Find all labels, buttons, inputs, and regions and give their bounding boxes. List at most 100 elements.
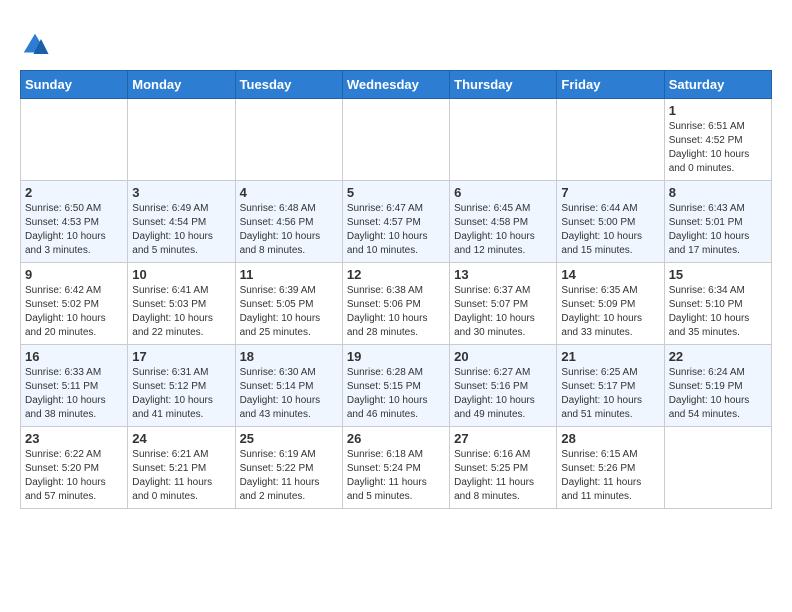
day-number: 12 — [347, 267, 445, 282]
day-header-sunday: Sunday — [21, 71, 128, 99]
calendar-cell: 17 Sunrise: 6:31 AM Sunset: 5:12 PM Dayli… — [128, 345, 235, 427]
day-number: 25 — [240, 431, 338, 446]
calendar-cell — [128, 99, 235, 181]
header — [20, 20, 772, 60]
day-header-tuesday: Tuesday — [235, 71, 342, 99]
calendar-cell: 9 Sunrise: 6:42 AM Sunset: 5:02 PM Daylig… — [21, 263, 128, 345]
calendar-cell: 18 Sunrise: 6:30 AM Sunset: 5:14 PM Dayli… — [235, 345, 342, 427]
calendar-cell: 4 Sunrise: 6:48 AM Sunset: 4:56 PM Daylig… — [235, 181, 342, 263]
day-header-saturday: Saturday — [664, 71, 771, 99]
day-number: 11 — [240, 267, 338, 282]
calendar-cell — [21, 99, 128, 181]
calendar-cell: 28 Sunrise: 6:15 AM Sunset: 5:26 PM Dayli… — [557, 427, 664, 509]
calendar-cell: 6Sunrise: 6:45 AM Sunset: 4:58 PM Daylig… — [450, 181, 557, 263]
day-info: Sunrise: 6:21 AM Sunset: 5:21 PM Dayligh… — [132, 448, 230, 504]
calendar-cell: 11 Sunrise: 6:39 AM Sunset: 5:05 PM Dayli… — [235, 263, 342, 345]
calendar-cell: 10 Sunrise: 6:41 AM Sunset: 5:03 PM Dayli… — [128, 263, 235, 345]
day-info: Sunrise: 6:50 AM Sunset: 4:53 PM Dayligh… — [25, 202, 123, 258]
day-number: 26 — [347, 431, 445, 446]
day-info: Sunrise: 6:43 AM Sunset: 5:01 PM Dayligh… — [669, 202, 767, 258]
day-number: 3 — [132, 185, 230, 200]
day-number: 17 — [132, 349, 230, 364]
day-number: 14 — [561, 267, 659, 282]
day-info: Sunrise: 6:37 AM Sunset: 5:07 PM Dayligh… — [454, 284, 552, 340]
calendar-cell: 24 Sunrise: 6:21 AM Sunset: 5:21 PM Dayli… — [128, 427, 235, 509]
calendar-cell: 16 Sunrise: 6:33 AM Sunset: 5:11 PM Dayli… — [21, 345, 128, 427]
day-info: Sunrise: 6:30 AM Sunset: 5:14 PM Dayligh… — [240, 366, 338, 422]
calendar-cell: 21 Sunrise: 6:25 AM Sunset: 5:17 PM Dayli… — [557, 345, 664, 427]
day-number: 23 — [25, 431, 123, 446]
day-number: 16 — [25, 349, 123, 364]
day-info: Sunrise: 6:19 AM Sunset: 5:22 PM Dayligh… — [240, 448, 338, 504]
calendar-cell: 15 Sunrise: 6:34 AM Sunset: 5:10 PM Dayli… — [664, 263, 771, 345]
calendar-week-1: 1 Sunrise: 6:51 AM Sunset: 4:52 PM Daylig… — [21, 99, 772, 181]
day-info: Sunrise: 6:34 AM Sunset: 5:10 PM Dayligh… — [669, 284, 767, 340]
calendar-cell: 26 Sunrise: 6:18 AM Sunset: 5:24 PM Dayli… — [342, 427, 449, 509]
calendar-cell: 12 Sunrise: 6:38 AM Sunset: 5:06 PM Dayli… — [342, 263, 449, 345]
day-info: Sunrise: 6:22 AM Sunset: 5:20 PM Dayligh… — [25, 448, 123, 504]
calendar-cell: 20 Sunrise: 6:27 AM Sunset: 5:16 PM Dayli… — [450, 345, 557, 427]
day-info: Sunrise: 6:28 AM Sunset: 5:15 PM Dayligh… — [347, 366, 445, 422]
day-number: 18 — [240, 349, 338, 364]
calendar-cell: 13 Sunrise: 6:37 AM Sunset: 5:07 PM Dayli… — [450, 263, 557, 345]
calendar-cell — [450, 99, 557, 181]
day-info: Sunrise: 6:39 AM Sunset: 5:05 PM Dayligh… — [240, 284, 338, 340]
day-info: Sunrise: 6:15 AM Sunset: 5:26 PM Dayligh… — [561, 448, 659, 504]
day-info: Sunrise: 6:42 AM Sunset: 5:02 PM Dayligh… — [25, 284, 123, 340]
day-info: Sunrise: 6:51 AM Sunset: 4:52 PM Dayligh… — [669, 120, 767, 176]
day-number: 19 — [347, 349, 445, 364]
calendar-cell: 19 Sunrise: 6:28 AM Sunset: 5:15 PM Dayli… — [342, 345, 449, 427]
calendar-cell: 27Sunrise: 6:16 AM Sunset: 5:25 PM Dayli… — [450, 427, 557, 509]
calendar: SundayMondayTuesdayWednesdayThursdayFrid… — [20, 70, 772, 509]
day-number: 7 — [561, 185, 659, 200]
calendar-cell — [235, 99, 342, 181]
day-number: 22 — [669, 349, 767, 364]
calendar-cell: 23 Sunrise: 6:22 AM Sunset: 5:20 PM Dayli… — [21, 427, 128, 509]
day-header-thursday: Thursday — [450, 71, 557, 99]
calendar-week-4: 16 Sunrise: 6:33 AM Sunset: 5:11 PM Dayli… — [21, 345, 772, 427]
day-number: 10 — [132, 267, 230, 282]
day-info: Sunrise: 6:33 AM Sunset: 5:11 PM Dayligh… — [25, 366, 123, 422]
day-number: 15 — [669, 267, 767, 282]
day-info: Sunrise: 6:38 AM Sunset: 5:06 PM Dayligh… — [347, 284, 445, 340]
day-number: 28 — [561, 431, 659, 446]
day-number: 4 — [240, 185, 338, 200]
day-number: 2 — [25, 185, 123, 200]
calendar-cell: 22 Sunrise: 6:24 AM Sunset: 5:19 PM Dayli… — [664, 345, 771, 427]
day-info: Sunrise: 6:18 AM Sunset: 5:24 PM Dayligh… — [347, 448, 445, 504]
calendar-cell: 5 Sunrise: 6:47 AM Sunset: 4:57 PM Daylig… — [342, 181, 449, 263]
calendar-cell: 14 Sunrise: 6:35 AM Sunset: 5:09 PM Dayli… — [557, 263, 664, 345]
day-header-friday: Friday — [557, 71, 664, 99]
day-info: Sunrise: 6:25 AM Sunset: 5:17 PM Dayligh… — [561, 366, 659, 422]
calendar-cell — [664, 427, 771, 509]
day-header-wednesday: Wednesday — [342, 71, 449, 99]
calendar-cell — [342, 99, 449, 181]
logo — [20, 30, 54, 60]
calendar-cell — [557, 99, 664, 181]
day-number: 1 — [669, 103, 767, 118]
day-number: 24 — [132, 431, 230, 446]
calendar-cell: 2 Sunrise: 6:50 AM Sunset: 4:53 PM Daylig… — [21, 181, 128, 263]
day-number: 20 — [454, 349, 552, 364]
day-number: 13 — [454, 267, 552, 282]
day-header-monday: Monday — [128, 71, 235, 99]
calendar-cell: 8 Sunrise: 6:43 AM Sunset: 5:01 PM Daylig… — [664, 181, 771, 263]
calendar-week-2: 2 Sunrise: 6:50 AM Sunset: 4:53 PM Daylig… — [21, 181, 772, 263]
day-number: 9 — [25, 267, 123, 282]
day-info: Sunrise: 6:41 AM Sunset: 5:03 PM Dayligh… — [132, 284, 230, 340]
day-number: 21 — [561, 349, 659, 364]
calendar-header-row: SundayMondayTuesdayWednesdayThursdayFrid… — [21, 71, 772, 99]
day-info: Sunrise: 6:35 AM Sunset: 5:09 PM Dayligh… — [561, 284, 659, 340]
calendar-week-3: 9 Sunrise: 6:42 AM Sunset: 5:02 PM Daylig… — [21, 263, 772, 345]
day-info: Sunrise: 6:24 AM Sunset: 5:19 PM Dayligh… — [669, 366, 767, 422]
day-info: Sunrise: 6:48 AM Sunset: 4:56 PM Dayligh… — [240, 202, 338, 258]
day-info: Sunrise: 6:45 AM Sunset: 4:58 PM Dayligh… — [454, 202, 552, 258]
day-info: Sunrise: 6:16 AM Sunset: 5:25 PM Dayligh… — [454, 448, 552, 504]
day-info: Sunrise: 6:27 AM Sunset: 5:16 PM Dayligh… — [454, 366, 552, 422]
day-info: Sunrise: 6:47 AM Sunset: 4:57 PM Dayligh… — [347, 202, 445, 258]
calendar-week-5: 23 Sunrise: 6:22 AM Sunset: 5:20 PM Dayli… — [21, 427, 772, 509]
day-number: 8 — [669, 185, 767, 200]
day-info: Sunrise: 6:31 AM Sunset: 5:12 PM Dayligh… — [132, 366, 230, 422]
calendar-cell: 25 Sunrise: 6:19 AM Sunset: 5:22 PM Dayli… — [235, 427, 342, 509]
day-number: 5 — [347, 185, 445, 200]
